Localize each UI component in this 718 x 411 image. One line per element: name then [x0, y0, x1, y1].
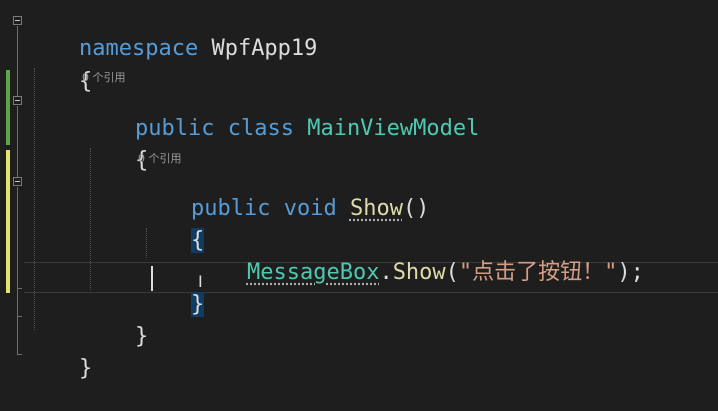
- show-call: Show: [392, 260, 446, 285]
- fold-method-icon[interactable]: [13, 177, 22, 186]
- reference-count-class[interactable]: 0 个引用: [82, 69, 126, 85]
- ibeam-cursor-icon: I: [198, 272, 203, 291]
- string-literal: "点击了按钮！": [458, 260, 618, 285]
- code-line-messagebox[interactable]: MessageBox.Show("点击了按钮！");: [194, 231, 644, 315]
- method-name: Show: [349, 196, 403, 221]
- class-name: MainViewModel: [307, 116, 480, 141]
- void-keyword: void: [283, 196, 337, 221]
- fold-end-method: [17, 288, 22, 289]
- namespace-keyword: namespace: [78, 36, 199, 61]
- open-paren: (: [445, 260, 459, 285]
- close-brace: }: [134, 324, 149, 349]
- code-editor[interactable]: namespace WpfApp19 { 0 个引用 public class …: [0, 0, 718, 405]
- member-dot: .: [379, 260, 393, 285]
- fold-end-class: [17, 316, 22, 317]
- change-bar-saved: [6, 70, 10, 145]
- fold-line-class: [17, 106, 18, 177]
- text-caret: [151, 266, 153, 291]
- fold-end-namespace: [17, 354, 22, 355]
- close-paren-semicolon: );: [617, 260, 644, 285]
- namespace-name: WpfApp19: [211, 36, 318, 61]
- fold-line-method: [17, 187, 18, 287]
- class-keyword: class: [227, 116, 294, 141]
- code-line-close-brace-1[interactable]: }: [26, 327, 92, 411]
- method-parens: (): [402, 196, 430, 221]
- matched-close-brace: }: [190, 292, 205, 317]
- fold-line-namespace: [17, 26, 18, 96]
- close-brace: }: [78, 356, 93, 381]
- fold-class-icon[interactable]: [13, 96, 22, 105]
- messagebox-type: MessageBox: [246, 260, 380, 285]
- fold-namespace-icon[interactable]: [13, 16, 22, 25]
- change-bar-unsaved: [6, 150, 10, 293]
- reference-count-method[interactable]: 0 个引用: [138, 150, 182, 166]
